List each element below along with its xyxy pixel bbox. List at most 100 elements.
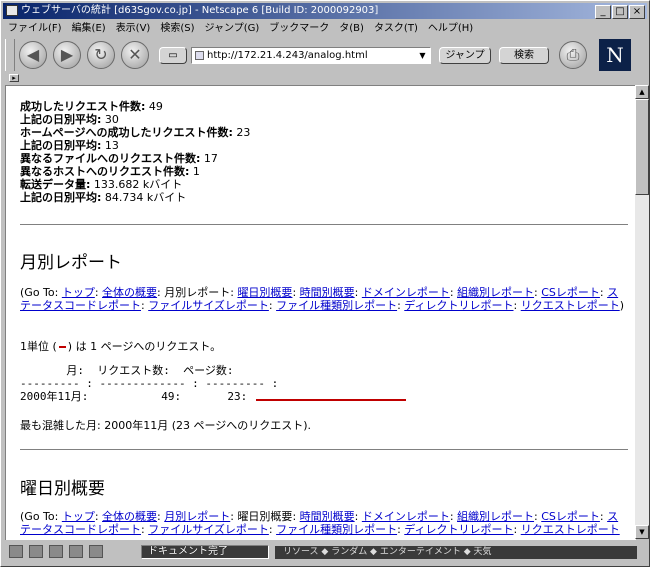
- monthly-goto-nav: (Go To: トップ: 全体の概要: 月別レポート: 曜日別概要: 時間別概要…: [20, 286, 625, 312]
- stat-row: 異なるホストへのリクエスト件数: 1: [20, 165, 250, 178]
- reload-icon[interactable]: ↻: [87, 41, 115, 69]
- status-text: ドキュメント完了: [141, 545, 269, 559]
- scroll-up-icon[interactable]: ▲: [635, 85, 649, 99]
- link-directory-report[interactable]: ディレクトリレポート: [404, 523, 513, 536]
- app-icon: [6, 5, 18, 16]
- menu-bar: ファイル(F) 編集(E) 表示(V) 検索(S) ジャンプ(G) ブックマーク タ(B) タ…: [3, 20, 647, 36]
- link-organisation-report[interactable]: 組織別レポート: [457, 286, 534, 299]
- weekly-goto-nav: (Go To: トップ: 全体の概要: 月別レポート: 曜日別概要: 時間別概要…: [20, 510, 620, 536]
- stop-icon[interactable]: ✕: [121, 41, 149, 69]
- link-daily-summary[interactable]: 曜日別概要: [237, 286, 292, 299]
- menu-tasks[interactable]: タスク(T): [369, 21, 423, 36]
- maximize-button[interactable]: □: [612, 5, 628, 19]
- link-top[interactable]: トップ: [62, 510, 95, 523]
- link-top[interactable]: トップ: [62, 286, 95, 299]
- forward-icon[interactable]: ▶: [53, 41, 81, 69]
- menu-search[interactable]: 検索(S): [155, 21, 199, 36]
- toolbar-collapse-icon[interactable]: ▸: [9, 74, 19, 82]
- link-file-type-report[interactable]: ファイル種類別レポート: [276, 299, 397, 312]
- component-bar: [3, 545, 139, 560]
- unit-mark-icon: [58, 346, 66, 348]
- page-content: 成功したリクエスト件数: 49 上記の日別平均: 30 ホームページへの成功した…: [5, 85, 636, 540]
- stat-label: 上記の日別平均:: [20, 113, 102, 126]
- unit-note: 1単位 () は 1 ページへのリクエスト。: [20, 338, 221, 354]
- link-monthly-report[interactable]: 月別レポート: [164, 510, 230, 523]
- table-row: 2000年11月: 49: 23:: [20, 390, 248, 403]
- print-icon[interactable]: ⎙: [559, 41, 587, 69]
- link-general-summary[interactable]: 全体の概要: [102, 510, 157, 523]
- link-general-summary[interactable]: 全体の概要: [102, 286, 157, 299]
- url-field[interactable]: http://172.21.4.243/analog.html ▼: [191, 47, 431, 64]
- minimize-button[interactable]: _: [595, 5, 611, 19]
- stat-label: 異なるホストへのリクエスト件数:: [20, 165, 190, 178]
- instant-messenger-icon[interactable]: [49, 545, 63, 558]
- stat-value: 13: [104, 139, 119, 152]
- divider: [20, 449, 628, 451]
- menu-help[interactable]: ヘルプ(H): [423, 21, 478, 36]
- window-title: ウェブサーバの統計 [d63Sgov.co.jp] - Netscape 6 […: [21, 5, 379, 16]
- stat-row: ホームページへの成功したリクエスト件数: 23: [20, 126, 250, 139]
- task-links[interactable]: リソース ◆ ランダム ◆ エンターテイメント ◆ 天気: [275, 546, 637, 559]
- navigation-toolbar: ◀ ▶ ↻ ✕ ▭ http://172.21.4.243/analog.htm…: [3, 37, 647, 73]
- search-button[interactable]: 検索: [499, 47, 549, 64]
- page-icon: [195, 51, 204, 60]
- link-current-monthly: 月別レポート: [164, 286, 231, 299]
- link-request-report[interactable]: リクエストレポート: [521, 523, 620, 536]
- goto-prefix: (Go To:: [20, 286, 59, 299]
- stat-value: 1: [192, 165, 200, 178]
- menu-bookmarks[interactable]: ブックマーク: [264, 21, 334, 36]
- link-organisation-report[interactable]: 組織別レポート: [457, 510, 534, 523]
- stat-row: 成功したリクエスト件数: 49: [20, 100, 250, 113]
- bookmark-dropdown[interactable]: ▭: [159, 47, 187, 64]
- vertical-scrollbar[interactable]: ▲ ▼: [635, 85, 649, 539]
- mail-icon[interactable]: [29, 545, 43, 558]
- stat-value: 133.682 kバイト: [93, 178, 183, 191]
- status-bar: ドキュメント完了 リソース ◆ ランダム ◆ エンターテイメント ◆ 天気: [3, 541, 647, 564]
- menu-file[interactable]: ファイル(F): [3, 21, 67, 36]
- link-current-weekly: 曜日別概要: [237, 510, 293, 523]
- url-dropdown-icon[interactable]: ▼: [416, 49, 429, 62]
- url-text[interactable]: http://172.21.4.243/analog.html: [207, 49, 368, 63]
- toolbar-grip[interactable]: [5, 39, 15, 71]
- menu-go[interactable]: ジャンプ(G): [200, 21, 265, 36]
- link-file-size-report[interactable]: ファイルサイズレポート: [148, 299, 269, 312]
- composer-icon[interactable]: [69, 545, 83, 558]
- title-bar: ウェブサーバの統計 [d63Sgov.co.jp] - Netscape 6 […: [3, 3, 647, 19]
- link-file-size-report[interactable]: ファイルサイズレポート: [148, 523, 269, 536]
- link-domain-report[interactable]: ドメインレポート: [362, 510, 450, 523]
- link-request-report[interactable]: リクエストレポート: [521, 299, 620, 312]
- monthly-report-heading: 月別レポート: [20, 253, 122, 273]
- address-book-icon[interactable]: [89, 545, 103, 558]
- menu-view[interactable]: 表示(V): [111, 21, 156, 36]
- stat-row: 異なるファイルへのリクエスト件数: 17: [20, 152, 250, 165]
- link-domain-report[interactable]: ドメインレポート: [362, 286, 450, 299]
- goto-prefix: (Go To:: [20, 510, 59, 523]
- scroll-thumb[interactable]: [635, 99, 649, 195]
- stat-row: 転送データ量: 133.682 kバイト: [20, 178, 250, 191]
- scroll-down-icon[interactable]: ▼: [635, 525, 649, 539]
- unit-note-post: ) は 1 ページへのリクエスト。: [67, 340, 222, 353]
- stat-label: ホームページへの成功したリクエスト件数:: [20, 126, 233, 139]
- busiest-month: 最も混雑した月: 2000年11月 (23 ページへのリクエスト).: [20, 419, 312, 432]
- back-icon[interactable]: ◀: [19, 41, 47, 69]
- link-directory-report[interactable]: ディレクトリレポート: [404, 299, 513, 312]
- weekly-summary-heading: 曜日別概要: [20, 479, 105, 499]
- jump-button[interactable]: ジャンプ: [439, 47, 491, 64]
- link-cs-report[interactable]: CSレポート: [541, 510, 600, 523]
- stat-label: 異なるファイルへのリクエスト件数:: [20, 152, 201, 165]
- link-cs-report[interactable]: CSレポート: [541, 286, 600, 299]
- browser-window: ウェブサーバの統計 [d63Sgov.co.jp] - Netscape 6 […: [0, 0, 650, 567]
- link-hourly-summary[interactable]: 時間別概要: [300, 286, 355, 299]
- link-file-type-report[interactable]: ファイル種類別レポート: [276, 523, 397, 536]
- netscape-logo: N: [599, 39, 631, 71]
- divider: [20, 224, 628, 226]
- menu-tabs[interactable]: タ(B): [334, 21, 369, 36]
- stat-value: 23: [236, 126, 251, 139]
- close-button[interactable]: ×: [629, 5, 645, 19]
- menu-edit[interactable]: 編集(E): [67, 21, 111, 36]
- navigator-icon[interactable]: [9, 545, 23, 558]
- link-hourly-summary[interactable]: 時間別概要: [300, 510, 355, 523]
- stat-label: 成功したリクエスト件数:: [20, 100, 146, 113]
- personal-toolbar: ▸: [3, 73, 647, 83]
- stat-value: 84.734 kバイト: [104, 191, 187, 204]
